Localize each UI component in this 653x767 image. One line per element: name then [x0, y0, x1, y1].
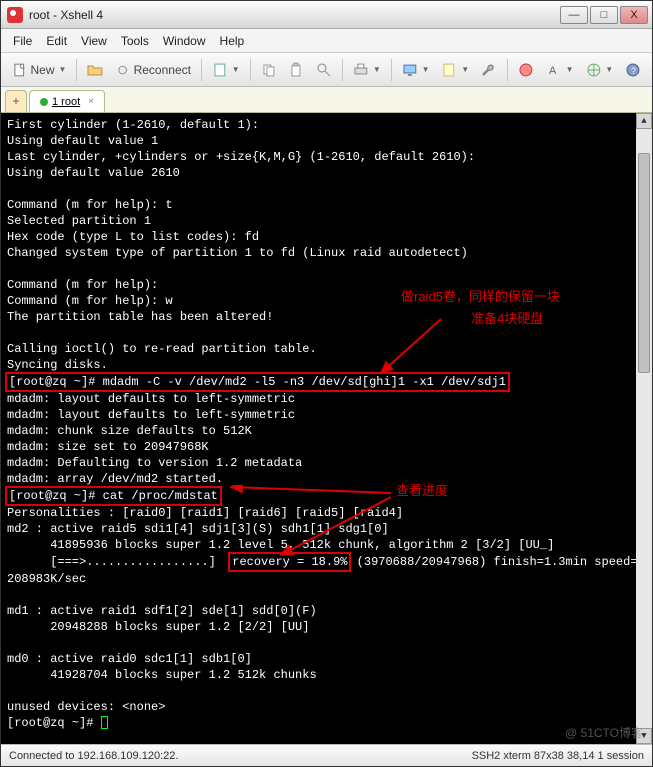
terminal-cursor	[101, 716, 108, 729]
add-tab-button[interactable]: +	[5, 90, 27, 112]
watermark: @ 51CTO博客	[565, 724, 643, 741]
help-button[interactable]: ?	[620, 58, 646, 82]
link-icon	[115, 62, 130, 78]
svg-text:A: A	[549, 64, 557, 76]
tab-label: 1 root	[52, 96, 80, 108]
chevron-down-icon: ▼	[59, 65, 67, 74]
scrollbar[interactable]: ▲ ▼	[636, 113, 652, 744]
find-button[interactable]	[311, 58, 337, 82]
menu-help[interactable]: Help	[220, 34, 245, 48]
encoding-button[interactable]: ▼	[581, 58, 619, 82]
window-title: root - Xshell 4	[29, 8, 560, 22]
menu-edit[interactable]: Edit	[46, 34, 67, 48]
reconnect-label: Reconnect	[134, 63, 191, 77]
copy-button[interactable]	[256, 58, 282, 82]
svg-text:?: ?	[631, 65, 636, 75]
status-connection: Connected to 192.168.109.120:22.	[9, 750, 178, 762]
open-button[interactable]	[82, 58, 108, 82]
font-icon: A	[546, 62, 562, 78]
help-icon: ?	[625, 62, 641, 78]
wrench-icon	[481, 62, 497, 78]
status-dot-icon	[40, 98, 48, 106]
close-tab-icon[interactable]: ×	[88, 96, 94, 107]
tools-button[interactable]	[476, 58, 502, 82]
scroll-thumb[interactable]	[638, 153, 650, 373]
annotation-disks: 准备4块硬盘	[471, 311, 543, 327]
paste-button[interactable]	[283, 58, 309, 82]
menu-view[interactable]: View	[81, 34, 107, 48]
statusbar: Connected to 192.168.109.120:22. SSH2 xt…	[1, 744, 652, 766]
scroll-icon	[441, 62, 457, 78]
menu-file[interactable]: File	[13, 34, 32, 48]
monitor-icon	[402, 62, 418, 78]
terminal[interactable]: First cylinder (1-2610, default 1): Usin…	[1, 113, 652, 744]
copy-icon	[261, 62, 277, 78]
search-icon	[316, 62, 332, 78]
scroll-up-icon[interactable]: ▲	[636, 113, 652, 129]
highlight-cat-command: [root@zq ~]# cat /proc/mdstat	[5, 486, 222, 506]
minimize-button[interactable]: —	[560, 6, 588, 24]
session-button[interactable]: ▼	[397, 58, 435, 82]
menu-window[interactable]: Window	[163, 34, 206, 48]
printer-icon	[353, 62, 369, 78]
palette-icon	[518, 62, 534, 78]
highlight-mdadm-command: [root@zq ~]# mdadm -C -v /dev/md2 -l5 -n…	[5, 372, 510, 392]
tabbar: + 1 root ×	[1, 87, 652, 113]
address-button[interactable]: ▼	[207, 58, 245, 82]
menubar: File Edit View Tools Window Help	[1, 29, 652, 53]
annotation-raid5: 做raid5卷，同样的保留一块	[401, 289, 560, 305]
document-icon	[12, 62, 28, 78]
print-button[interactable]: ▼	[348, 58, 386, 82]
globe-icon	[586, 62, 602, 78]
clipboard-icon	[288, 62, 304, 78]
highlight-recovery: recovery = 18.9%	[228, 552, 351, 572]
color-button[interactable]	[513, 58, 539, 82]
status-session: SSH2 xterm 87x38 38,14 1 session	[472, 750, 644, 762]
script-button[interactable]: ▼	[436, 58, 474, 82]
new-label: New	[31, 63, 55, 77]
reconnect-button[interactable]: Reconnect	[110, 58, 196, 82]
font-button[interactable]: A▼	[541, 58, 579, 82]
book-icon	[212, 62, 228, 78]
toolbar: New ▼ Reconnect ▼ ▼ ▼ ▼ A▼ ▼ ?	[1, 53, 652, 87]
annotation-progress: 查看进度	[396, 483, 448, 499]
titlebar: root - Xshell 4 — □ X	[1, 1, 652, 29]
folder-icon	[87, 62, 103, 78]
menu-tools[interactable]: Tools	[121, 34, 149, 48]
tab-root[interactable]: 1 root ×	[29, 90, 105, 112]
close-button[interactable]: X	[620, 6, 648, 24]
app-icon	[7, 7, 23, 23]
maximize-button[interactable]: □	[590, 6, 618, 24]
new-button[interactable]: New ▼	[7, 58, 71, 82]
